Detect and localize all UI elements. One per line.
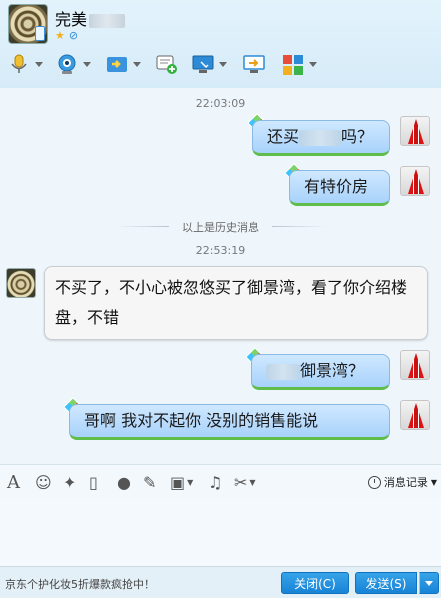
voice-message-icon[interactable]: ●: [117, 472, 131, 492]
chevron-down-icon[interactable]: [83, 61, 91, 67]
video-camera-icon: [58, 54, 76, 74]
message-bubble-out[interactable]: 还买 吗？: [252, 120, 390, 156]
file-transfer-icon: [107, 57, 127, 72]
message-bubble-in[interactable]: 不买了，不小心被忽悠买了御景湾，看了你介绍楼盘，不错: [44, 266, 428, 340]
footer-bar: 京东个护化妆5折爆款疯抢中！ 关闭(C) 发送(S): [0, 566, 441, 598]
message-text: 御景湾？: [300, 361, 365, 380]
apps-icon: [283, 55, 303, 75]
send-button[interactable]: 发送(S): [355, 572, 417, 594]
clock-icon: [367, 475, 381, 489]
screen-share-button[interactable]: [243, 50, 265, 78]
message-history-label: 消息记录: [383, 476, 428, 489]
message-timestamp: 22:53:19: [195, 244, 246, 257]
contact-name-text: 完美: [55, 10, 88, 29]
message-input[interactable]: [0, 498, 441, 566]
video-call-button[interactable]: [56, 50, 91, 78]
message-bubble-out[interactable]: 有特价房: [289, 170, 390, 206]
font-icon[interactable]: A: [7, 472, 20, 493]
send-options-button[interactable]: [419, 572, 439, 594]
screen-share-icon: [243, 55, 265, 73]
history-divider: 以上是历史消息: [0, 219, 441, 235]
chevron-down-icon: ▼: [430, 477, 437, 487]
chat-header: 完美 ★ ⊘: [0, 0, 441, 88]
file-transfer-button[interactable]: [106, 50, 141, 78]
my-avatar[interactable]: [400, 166, 430, 196]
message-text: 有特价房: [304, 177, 369, 196]
message-bubble-out[interactable]: 御景湾？: [251, 354, 390, 390]
chevron-down-icon[interactable]: [35, 61, 43, 67]
screen-capture-button[interactable]: [192, 50, 227, 78]
chevron-down-icon[interactable]: [133, 61, 141, 67]
edit-icon[interactable]: ✎: [143, 472, 156, 492]
my-avatar[interactable]: [400, 400, 430, 430]
music-icon[interactable]: ♫: [208, 472, 222, 492]
mobile-online-icon: [35, 26, 45, 41]
magic-wand-icon[interactable]: ✦: [63, 472, 76, 492]
voice-call-button[interactable]: [8, 50, 43, 78]
close-button[interactable]: 关闭(C): [281, 572, 349, 594]
redacted-text: [266, 363, 300, 380]
chevron-down-icon[interactable]: [219, 61, 227, 67]
chat-toolbar: [0, 50, 441, 78]
image-icon[interactable]: ▣ ▼: [170, 472, 193, 492]
scissors-icon[interactable]: ✂ ▼: [234, 472, 256, 492]
emoji-icon[interactable]: ☺: [35, 472, 52, 492]
screen-capture-icon: [192, 55, 214, 73]
message-list[interactable]: 22:03:09 还买 吗？ 有特价房 以上是历史消息 22:53:19 不买了，…: [0, 88, 441, 464]
redacted-text: [299, 129, 342, 146]
vibrate-icon[interactable]: ▯: [89, 472, 98, 492]
message-timestamp: 22:03:09: [195, 97, 246, 110]
contact-name[interactable]: 完美: [55, 6, 126, 30]
message-bubble-out[interactable]: 哥啊 我对不起你 没别的销售能说: [69, 404, 390, 440]
message-add-icon: [156, 55, 177, 74]
contact-avatar-small[interactable]: [6, 268, 36, 298]
message-text: 吗？: [341, 127, 374, 146]
microphone-icon: [11, 54, 27, 73]
status-icons: ★ ⊘: [55, 30, 78, 42]
input-toolbar: A ☺ ✦ ▯ ● ✎ ▣ ▼ ♫ ✂ ▼ 消息记录 ▼: [0, 464, 441, 498]
apps-button[interactable]: [282, 50, 317, 78]
message-text: 哥啊 我对不起你 没别的销售能说: [84, 411, 319, 430]
my-avatar[interactable]: [400, 350, 430, 380]
message-history-button[interactable]: 消息记录 ▼: [367, 474, 437, 490]
chevron-down-icon[interactable]: [309, 61, 317, 67]
message-text: 不买了，不小心被忽悠买了御景湾，看了你介绍楼盘，不错: [55, 278, 408, 327]
add-message-button[interactable]: [156, 50, 178, 78]
star-icon[interactable]: ★: [55, 30, 65, 42]
ad-link[interactable]: 京东个护化妆5折爆款疯抢中！: [5, 576, 155, 592]
my-avatar[interactable]: [400, 116, 430, 146]
qq-status-icon[interactable]: ⊘: [69, 30, 78, 42]
message-text: 还买: [267, 127, 300, 146]
redacted-name: [89, 13, 126, 28]
contact-avatar[interactable]: [8, 4, 48, 44]
